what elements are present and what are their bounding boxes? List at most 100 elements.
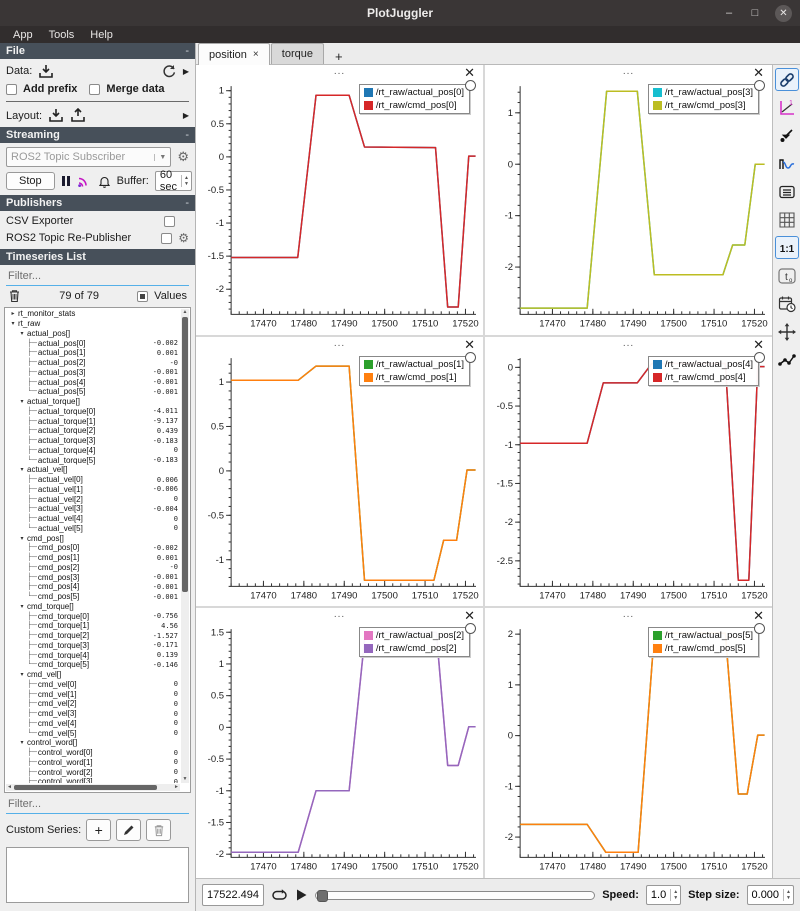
legend-entry[interactable]: /rt_raw/cmd_pos[2] — [364, 643, 464, 654]
fit-data-icon[interactable] — [775, 124, 799, 147]
tree-item[interactable]: ├─cmd_vel[4]0 — [7, 719, 180, 729]
timeline-slider-handle[interactable] — [317, 890, 328, 902]
tree-item[interactable]: ├─actual_torque[0]-4.011 — [7, 407, 180, 417]
merge-data-checkbox[interactable] — [89, 84, 100, 95]
tree-item[interactable]: ├─cmd_pos[0]-0.002 — [7, 543, 180, 553]
spinner-arrows-icon[interactable]: ▲▼ — [783, 889, 793, 901]
file-section-header[interactable]: File - — [0, 43, 195, 59]
tree-item[interactable]: └─cmd_pos[5]-0.001 — [7, 592, 180, 602]
play-button-icon[interactable] — [295, 888, 308, 902]
tree-item[interactable]: ├─cmd_torque[2]-1.527 — [7, 631, 180, 641]
plot-corner-handle[interactable] — [465, 352, 476, 363]
collapse-icon[interactable]: - — [185, 197, 189, 209]
tree-item[interactable]: ├─cmd_torque[0]-0.756 — [7, 611, 180, 621]
plot-close-icon[interactable]: ✕ — [464, 337, 475, 353]
pan-view-icon[interactable] — [775, 320, 799, 343]
step-size-spinbox[interactable]: 0.000 ▲▼ — [747, 885, 794, 905]
tree-item[interactable]: ├─actual_vel[2]0 — [7, 494, 180, 504]
plot-legend[interactable]: /rt_raw/actual_pos[2] /rt_raw/cmd_pos[2] — [359, 627, 470, 657]
tree-item[interactable]: ├─control_word[0]0 — [7, 748, 180, 758]
pause-icon[interactable] — [61, 175, 71, 187]
add-prefix-checkbox[interactable] — [6, 84, 17, 95]
plot-legend[interactable]: /rt_raw/actual_pos[1]/rt_raw/cmd_pos[1] — [359, 356, 470, 386]
save-layout-icon[interactable] — [70, 108, 86, 123]
legend-entry[interactable]: /rt_raw/actual_pos[3] — [653, 87, 753, 98]
tree-expand-open-icon[interactable]: ▾ — [18, 466, 26, 473]
menu-item-app[interactable]: App — [6, 28, 40, 42]
plot-close-icon[interactable]: ✕ — [464, 65, 475, 81]
time-offset-icon[interactable]: to — [775, 264, 799, 287]
custom-series-list[interactable] — [6, 847, 189, 903]
plot-close-icon[interactable]: ✕ — [753, 65, 764, 81]
legend-entry[interactable]: /rt_raw/actual_pos[0] — [364, 87, 464, 98]
tree-item[interactable]: ├─actual_vel[1]-0.006 — [7, 485, 180, 495]
plot-canvas[interactable]: 10-1-2174701748017490175001751017520/rt_… — [485, 81, 772, 335]
plot-corner-handle[interactable] — [754, 80, 765, 91]
tree-item[interactable]: ▾control_word[] — [7, 738, 180, 748]
collapse-icon[interactable]: - — [185, 129, 189, 141]
tree-item[interactable]: ├─cmd_pos[4]-0.001 — [7, 582, 180, 592]
tree-expand-open-icon[interactable]: ▾ — [18, 398, 26, 405]
add-custom-series-button[interactable]: + — [86, 819, 111, 841]
plot-title[interactable]: ... — [196, 66, 483, 77]
tree-item[interactable]: ▾rt_raw — [7, 319, 180, 329]
tree-expand-open-icon[interactable]: ▾ — [18, 671, 26, 678]
tree-item[interactable]: ├─actual_torque[4]0 — [7, 446, 180, 456]
legend-entry[interactable]: /rt_raw/cmd_pos[1] — [364, 372, 464, 383]
delete-series-trash-icon[interactable] — [8, 289, 21, 303]
data-menu-arrow-icon[interactable]: ▶ — [183, 67, 189, 76]
tree-item[interactable]: ├─actual_torque[3]-0.183 — [7, 436, 180, 446]
tree-item[interactable]: ├─cmd_pos[3]-0.001 — [7, 572, 180, 582]
tree-expand-open-icon[interactable]: ▾ — [9, 320, 17, 327]
menu-item-tools[interactable]: Tools — [42, 28, 82, 42]
delete-custom-series-button[interactable] — [146, 819, 171, 841]
tab-position[interactable]: position× — [198, 43, 270, 65]
plot-title[interactable]: ... — [196, 609, 483, 620]
refresh-data-icon[interactable] — [161, 63, 177, 79]
legend-entry[interactable]: /rt_raw/actual_pos[2] — [364, 630, 464, 641]
tree-item[interactable]: ├─cmd_vel[2]0 — [7, 699, 180, 709]
legend-entry[interactable]: /rt_raw/cmd_pos[3] — [653, 100, 753, 111]
plot-canvas[interactable]: 0-0.5-1-1.5-2-2.517470174801749017500175… — [485, 353, 772, 607]
plot-canvas[interactable]: 1.510.50-0.5-1-1.5-217470174801749017500… — [196, 624, 483, 878]
values-checkbox[interactable] — [137, 291, 148, 302]
tree-item[interactable]: ├─actual_vel[3]-0.004 — [7, 504, 180, 514]
tree-expand-open-icon[interactable]: ▾ — [18, 330, 26, 337]
legend-entry[interactable]: /rt_raw/cmd_pos[0] — [364, 100, 464, 111]
spinner-arrows-icon[interactable]: ▲▼ — [670, 889, 680, 901]
load-layout-icon[interactable] — [48, 108, 64, 123]
tree-item[interactable]: └─actual_torque[5]-0.183 — [7, 455, 180, 465]
buffer-spinbox[interactable]: 60 sec ▲▼ — [155, 171, 192, 191]
tree-item[interactable]: ├─actual_pos[0]-0.002 — [7, 338, 180, 348]
plot-title[interactable]: ... — [485, 338, 772, 349]
tree-item[interactable]: ├─actual_pos[3]-0.001 — [7, 368, 180, 378]
tree-item[interactable]: ├─actual_pos[4]-0.001 — [7, 377, 180, 387]
link-plots-icon[interactable] — [775, 68, 799, 91]
tree-item[interactable]: ├─cmd_pos[2]-0 — [7, 563, 180, 573]
plot-canvas[interactable]: 10.50-0.5-1-1.5-217470174801749017500175… — [196, 81, 483, 335]
minimize-button[interactable]: – — [723, 7, 735, 19]
tree-item[interactable]: ├─actual_torque[2]0.439 — [7, 426, 180, 436]
streaming-source-select[interactable]: ROS2 Topic Subscriber ▼ — [6, 147, 171, 167]
stream-signal-icon[interactable] — [77, 175, 92, 188]
current-time-field[interactable]: 17522.494 — [202, 884, 264, 906]
tree-item[interactable]: ├─cmd_vel[1]0 — [7, 689, 180, 699]
tree-item[interactable]: ├─cmd_torque[4]0.139 — [7, 650, 180, 660]
tree-expand-open-icon[interactable]: ▾ — [18, 739, 26, 746]
tree-item[interactable]: ├─cmd_vel[3]0 — [7, 709, 180, 719]
tree-horizontal-scrollbar[interactable]: ◄ ► — [6, 784, 180, 791]
tree-expand-closed-icon[interactable]: ▸ — [9, 310, 17, 317]
loop-playback-icon[interactable] — [271, 888, 288, 902]
tree-item[interactable]: ├─control_word[2]0 — [7, 767, 180, 777]
grid-toggle-icon[interactable] — [775, 208, 799, 231]
plot-legend[interactable]: /rt_raw/actual_pos[4]/rt_raw/cmd_pos[4] — [648, 356, 759, 386]
legend-entry[interactable]: /rt_raw/cmd_pos[5] — [653, 643, 753, 654]
legend-entry[interactable]: /rt_raw/actual_pos[4] — [653, 359, 753, 370]
maximize-button[interactable]: □ — [749, 7, 761, 19]
tree-item[interactable]: ├─cmd_vel[0]0 — [7, 680, 180, 690]
plot-close-icon[interactable]: ✕ — [464, 608, 475, 624]
zoom-axes-icon[interactable]: 1 — [775, 96, 799, 119]
speed-spinbox[interactable]: 1.0 ▲▼ — [646, 885, 681, 905]
tab-torque[interactable]: torque — [271, 43, 324, 64]
custom-series-filter-input[interactable]: Filter... — [6, 796, 189, 814]
